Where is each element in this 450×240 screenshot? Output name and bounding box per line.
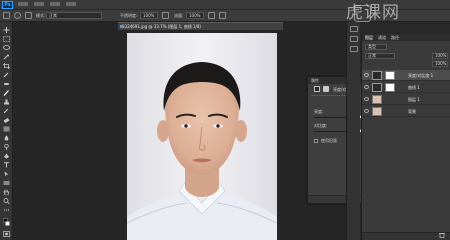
clone-stamp-tool-icon[interactable] <box>3 99 10 105</box>
tool-preset-icon[interactable] <box>3 12 10 19</box>
document-tab-title: 8324691.jpg @ 33.7% (图层 1, 曲线 1/8) <box>122 24 201 29</box>
layer-kind-filter[interactable]: 类型 <box>365 44 387 50</box>
layer-name: 图层 1 <box>408 97 420 102</box>
zoom-tool-icon[interactable] <box>3 198 10 204</box>
menu-item[interactable] <box>50 2 60 6</box>
quick-mask-icon[interactable] <box>3 231 10 237</box>
tab-paths[interactable]: 路径 <box>391 35 399 40</box>
path-selection-tool-icon[interactable] <box>3 171 10 177</box>
tab-layers[interactable]: 图层 <box>365 35 373 40</box>
blur-tool-icon[interactable] <box>3 135 10 141</box>
pen-tool-icon[interactable] <box>3 153 10 159</box>
brightness-label: 亮度: <box>314 109 324 114</box>
brush-size-icon[interactable] <box>14 12 21 19</box>
properties-panel-title: 属性 <box>311 78 319 83</box>
document-area: 8324691.jpg @ 33.7% (图层 1, 曲线 1/8) <box>13 22 346 240</box>
menu-item[interactable] <box>34 2 44 6</box>
tab-channels[interactable]: 通道 <box>378 35 386 40</box>
type-tool-icon[interactable] <box>3 162 10 168</box>
brush-panel-icon[interactable] <box>25 12 32 19</box>
history-panel-icon[interactable] <box>350 26 358 32</box>
layer-row[interactable]: 亮度/对比度 1 <box>362 70 450 81</box>
menu-item[interactable] <box>18 2 28 6</box>
watermark: 虎课网 <box>346 3 400 23</box>
layer-row[interactable]: 图层 1 <box>362 94 450 105</box>
use-legacy-label: 使用旧版 <box>321 138 337 143</box>
flow-field[interactable]: 100% <box>186 12 204 19</box>
opacity-field[interactable]: 100% <box>140 12 158 19</box>
portrait-photo <box>127 33 277 240</box>
menu-item[interactable] <box>66 2 76 6</box>
visibility-eye-icon[interactable] <box>364 85 369 89</box>
opacity-label: 不透明度: <box>120 13 138 18</box>
more-tools-icon[interactable] <box>3 207 10 213</box>
layer-thumbnail <box>372 107 382 116</box>
properties-panel-icon[interactable] <box>350 36 358 42</box>
visibility-eye-icon[interactable] <box>364 73 369 77</box>
document-tab[interactable]: 8324691.jpg @ 33.7% (图层 1, 曲线 1/8) <box>118 22 283 30</box>
mode-select[interactable]: 正常 <box>46 12 102 19</box>
visibility-eye-icon[interactable] <box>364 97 369 101</box>
layer-row[interactable]: 曲线 1 <box>362 82 450 93</box>
adjustment-layer-icon <box>314 86 320 92</box>
menu-items <box>18 2 76 6</box>
blend-mode-select[interactable]: 正常 <box>365 53 395 59</box>
layer-name: 背景 <box>408 109 416 114</box>
layer-thumbnail <box>372 71 382 80</box>
dodge-tool-icon[interactable] <box>3 144 10 150</box>
layer-row[interactable]: 背景 <box>362 106 450 117</box>
crop-tool-icon[interactable] <box>3 63 10 69</box>
healing-brush-tool-icon[interactable] <box>3 81 10 87</box>
eraser-tool-icon[interactable] <box>3 117 10 123</box>
toolbox <box>0 22 13 240</box>
eyedropper-tool-icon[interactable] <box>3 72 10 78</box>
airbrush-icon[interactable] <box>208 12 215 19</box>
layer-opacity-field[interactable]: 100% <box>432 53 448 59</box>
visibility-eye-icon[interactable] <box>364 109 369 113</box>
layers-panel: 图层 通道 路径 类型 正常 100% 100% 亮度/对比度 1 曲线 1 图… <box>361 34 450 240</box>
layer-mask-thumbnail[interactable] <box>385 71 395 80</box>
contrast-label: 对比度: <box>314 123 328 128</box>
layer-name: 曲线 1 <box>408 85 420 90</box>
gradient-tool-icon[interactable] <box>3 126 10 132</box>
brush-tool-icon[interactable] <box>3 90 10 96</box>
layer-fill-field[interactable]: 100% <box>432 61 448 67</box>
quick-select-tool-icon[interactable] <box>3 54 10 60</box>
panel-dock <box>346 22 360 240</box>
pressure-size-icon[interactable] <box>219 12 226 19</box>
layer-thumbnail <box>372 83 382 92</box>
lasso-tool-icon[interactable] <box>3 45 10 51</box>
rectangle-tool-icon[interactable] <box>3 180 10 186</box>
mode-label: 模式: <box>36 13 46 18</box>
move-tool-icon[interactable] <box>3 27 10 33</box>
trash-icon[interactable] <box>437 232 447 238</box>
layers-panel-tabs: 图层 通道 路径 <box>362 34 450 41</box>
mask-icon[interactable] <box>323 86 329 92</box>
color-swatches-icon[interactable] <box>3 218 10 227</box>
marquee-tool-icon[interactable] <box>3 36 10 42</box>
adjustments-panel-icon[interactable] <box>350 46 358 52</box>
image-canvas[interactable] <box>127 33 277 240</box>
flow-label: 流量: <box>174 13 184 18</box>
use-legacy-checkbox[interactable] <box>314 139 318 143</box>
layer-thumbnail <box>372 95 382 104</box>
history-brush-tool-icon[interactable] <box>3 108 10 114</box>
photoshop-logo: Ps <box>2 1 13 9</box>
hand-tool-icon[interactable] <box>3 189 10 195</box>
pressure-opacity-icon[interactable] <box>162 12 169 19</box>
layer-name: 亮度/对比度 1 <box>408 73 434 78</box>
layer-mask-thumbnail[interactable] <box>385 83 395 92</box>
